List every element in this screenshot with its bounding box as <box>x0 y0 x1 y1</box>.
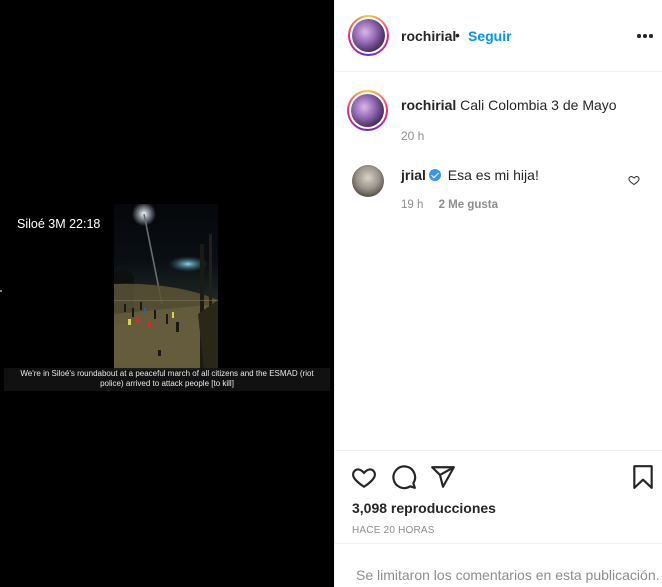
video-frame[interactable] <box>114 204 218 370</box>
post-caption: rochirial Cali Colombia 3 de Mayo 20 h <box>335 73 662 153</box>
night-street-scene <box>114 204 218 370</box>
comment-avatar[interactable] <box>352 165 384 197</box>
follow-button[interactable]: Seguir <box>468 28 512 44</box>
video-timestamp-overlay: Siloé 3M 22:18 <box>17 217 101 231</box>
avatar[interactable] <box>348 15 389 56</box>
bookmark-icon[interactable] <box>630 464 656 490</box>
views-count[interactable]: 3,098 reproducciones <box>352 500 496 516</box>
separator-dot: • <box>455 27 460 43</box>
comments-limited-text: Se limitaron los comentarios en esta pub… <box>356 567 660 583</box>
post-timestamp[interactable]: HACE 20 HORAS <box>352 525 435 536</box>
header-username-link[interactable]: rochirial <box>401 28 456 44</box>
caption-username-link[interactable]: rochirial <box>401 97 456 113</box>
comment-like-heart-icon[interactable] <box>628 174 640 186</box>
video-subtitle: We're in Siloé's roundabout at a peacefu… <box>4 368 330 391</box>
post-details-panel: rochirial • Seguir rochirial Cali Colomb… <box>334 0 662 587</box>
caption-text: rochirial Cali Colombia 3 de Mayo <box>401 97 617 113</box>
verified-badge-icon <box>428 169 441 181</box>
comment-icon[interactable] <box>391 464 417 490</box>
caption-avatar[interactable] <box>347 90 388 131</box>
caption-body: Cali Colombia 3 de Mayo <box>460 97 617 113</box>
comment-username-link[interactable]: jrial <box>401 167 426 183</box>
video-player[interactable]: Siloé 3M 22:18 We're in Siloé's roundabo… <box>0 0 334 587</box>
post-actions: 3,098 reproducciones HACE 20 HORAS Se li… <box>335 450 662 587</box>
heart-icon[interactable] <box>351 464 377 490</box>
comment-meta: 19 h 2 Me gusta <box>401 199 510 211</box>
comment-timestamp[interactable]: 19 h <box>401 199 423 211</box>
comments-section: rochirial Cali Colombia 3 de Mayo 20 h j… <box>335 73 662 449</box>
post-header: rochirial • Seguir <box>335 0 662 72</box>
paper-plane-icon[interactable] <box>430 464 456 490</box>
more-horizontal-icon[interactable] <box>637 34 653 38</box>
comment-body: Esa es mi hija! <box>447 167 539 183</box>
caption-timestamp[interactable]: 20 h <box>401 129 424 143</box>
comment-likes-link[interactable]: 2 Me gusta <box>439 199 498 211</box>
comments-limited-notice: Se limitaron los comentarios en esta pub… <box>335 543 662 587</box>
edge-marker <box>0 290 2 292</box>
comment: jrial Esa es mi hija! <box>401 167 539 183</box>
